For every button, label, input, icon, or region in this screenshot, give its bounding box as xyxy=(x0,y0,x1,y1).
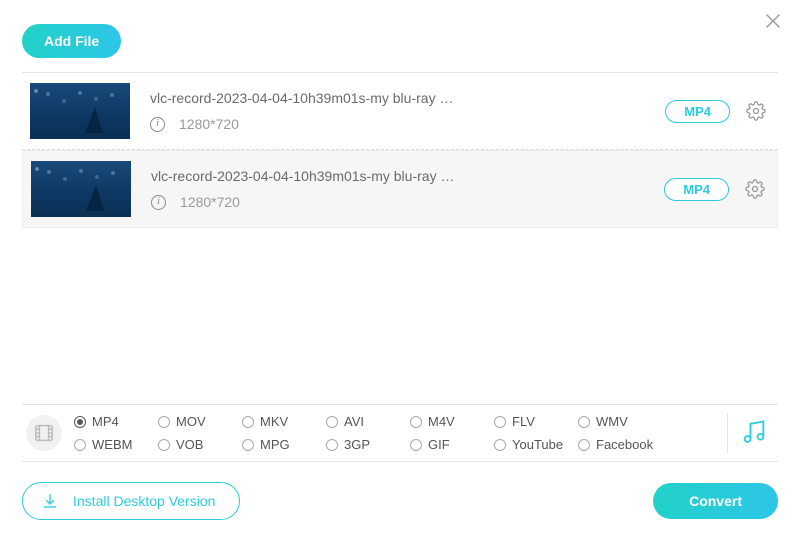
audio-category-icon[interactable] xyxy=(740,418,770,448)
format-option-3gp[interactable]: 3GP xyxy=(326,437,410,452)
format-bar: MP4 MOV MKV AVI M4V FLV WMV WEBM VOB MPG 3GP GIF You… xyxy=(22,404,778,462)
radio-icon xyxy=(326,439,338,451)
format-label: GIF xyxy=(428,437,450,452)
format-label: AVI xyxy=(344,414,364,429)
format-badge[interactable]: MP4 xyxy=(664,178,729,201)
format-option-mpg[interactable]: MPG xyxy=(242,437,326,452)
row-actions: MP4 xyxy=(665,100,770,123)
format-label: VOB xyxy=(176,437,203,452)
format-option-wmv[interactable]: WMV xyxy=(578,414,662,429)
format-option-avi[interactable]: AVI xyxy=(326,414,410,429)
format-label: WEBM xyxy=(92,437,132,452)
video-category-icon[interactable] xyxy=(26,415,62,451)
video-thumbnail[interactable] xyxy=(31,161,131,217)
format-label: MKV xyxy=(260,414,288,429)
gear-icon[interactable] xyxy=(746,101,766,121)
radio-icon xyxy=(578,416,590,428)
file-row[interactable]: vlc-record-2023-04-04-10h39m01s-my blu-r… xyxy=(22,73,778,150)
header: Add File xyxy=(0,0,800,72)
format-option-flv[interactable]: FLV xyxy=(494,414,578,429)
convert-button[interactable]: Convert xyxy=(653,483,778,519)
format-label: WMV xyxy=(596,414,628,429)
info-icon[interactable]: i xyxy=(150,117,165,132)
format-label: YouTube xyxy=(512,437,563,452)
format-label: 3GP xyxy=(344,437,370,452)
file-name: vlc-record-2023-04-04-10h39m01s-my blu-r… xyxy=(150,90,665,106)
file-info: vlc-record-2023-04-04-10h39m01s-my blu-r… xyxy=(131,168,664,210)
radio-icon xyxy=(410,439,422,451)
file-list: vlc-record-2023-04-04-10h39m01s-my blu-r… xyxy=(0,73,800,228)
format-option-vob[interactable]: VOB xyxy=(158,437,242,452)
install-desktop-button[interactable]: Install Desktop Version xyxy=(22,482,240,520)
radio-icon xyxy=(158,416,170,428)
radio-icon xyxy=(242,416,254,428)
format-label: M4V xyxy=(428,414,455,429)
radio-icon xyxy=(578,439,590,451)
install-label: Install Desktop Version xyxy=(73,493,215,509)
format-badge[interactable]: MP4 xyxy=(665,100,730,123)
radio-icon xyxy=(242,439,254,451)
radio-icon xyxy=(158,439,170,451)
video-thumbnail[interactable] xyxy=(30,83,130,139)
format-option-gif[interactable]: GIF xyxy=(410,437,494,452)
format-option-youtube[interactable]: YouTube xyxy=(494,437,578,452)
radio-icon xyxy=(410,416,422,428)
format-label: FLV xyxy=(512,414,535,429)
row-actions: MP4 xyxy=(664,178,769,201)
file-resolution: 1280*720 xyxy=(179,116,239,132)
file-info: vlc-record-2023-04-04-10h39m01s-my blu-r… xyxy=(130,90,665,132)
format-option-m4v[interactable]: M4V xyxy=(410,414,494,429)
file-meta: i 1280*720 xyxy=(150,116,665,132)
radio-icon xyxy=(326,416,338,428)
add-file-button[interactable]: Add File xyxy=(22,24,121,58)
radio-icon xyxy=(74,416,86,428)
format-option-mov[interactable]: MOV xyxy=(158,414,242,429)
download-icon xyxy=(41,492,59,510)
format-grid: MP4 MOV MKV AVI M4V FLV WMV WEBM VOB MPG 3GP GIF You… xyxy=(74,414,715,452)
file-name: vlc-record-2023-04-04-10h39m01s-my blu-r… xyxy=(151,168,664,184)
format-option-mkv[interactable]: MKV xyxy=(242,414,326,429)
info-icon[interactable]: i xyxy=(151,195,166,210)
close-icon[interactable] xyxy=(762,10,784,32)
format-label: Facebook xyxy=(596,437,653,452)
format-label: MPG xyxy=(260,437,290,452)
footer: Install Desktop Version Convert xyxy=(22,482,778,520)
format-option-facebook[interactable]: Facebook xyxy=(578,437,662,452)
file-resolution: 1280*720 xyxy=(180,194,240,210)
gear-icon[interactable] xyxy=(745,179,765,199)
radio-icon xyxy=(494,439,506,451)
format-label: MOV xyxy=(176,414,206,429)
format-label: MP4 xyxy=(92,414,119,429)
radio-icon xyxy=(494,416,506,428)
file-meta: i 1280*720 xyxy=(151,194,664,210)
format-option-webm[interactable]: WEBM xyxy=(74,437,158,452)
divider xyxy=(727,413,728,453)
file-row[interactable]: vlc-record-2023-04-04-10h39m01s-my blu-r… xyxy=(22,150,778,228)
format-option-mp4[interactable]: MP4 xyxy=(74,414,158,429)
radio-icon xyxy=(74,439,86,451)
